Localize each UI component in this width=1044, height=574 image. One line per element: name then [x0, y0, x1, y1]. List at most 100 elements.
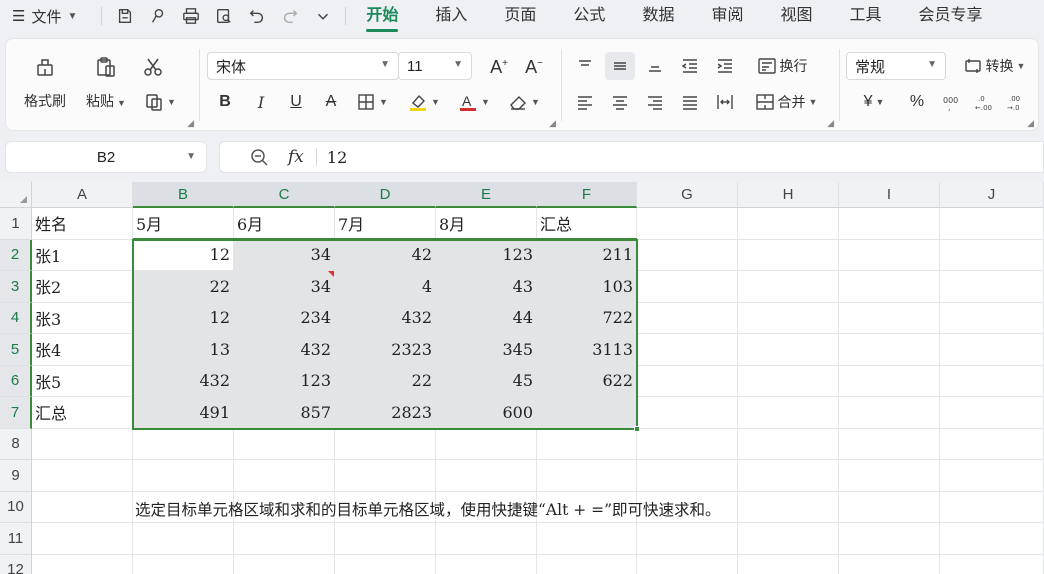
- cell-g11[interactable]: [637, 523, 738, 555]
- cell-c6[interactable]: 123: [234, 365, 335, 397]
- cell-b4[interactable]: 12: [133, 302, 234, 334]
- cell-h10[interactable]: [738, 491, 839, 523]
- cell-h11[interactable]: [738, 523, 839, 555]
- row-header-10[interactable]: 10: [0, 491, 32, 523]
- cell-f8[interactable]: [537, 428, 637, 460]
- cell-f3[interactable]: 103: [537, 271, 637, 303]
- cell-d1[interactable]: 7月: [335, 208, 436, 240]
- cell-g4[interactable]: [637, 302, 738, 334]
- increase-decimal-button[interactable]: .0 ←.00: [970, 88, 998, 116]
- dialog-launcher-icon[interactable]: ◢: [187, 118, 194, 129]
- cell-h6[interactable]: [738, 365, 839, 397]
- cell-i9[interactable]: [839, 460, 940, 492]
- comment-indicator-icon[interactable]: [328, 271, 334, 277]
- wrap-text-button[interactable]: 换行: [750, 52, 814, 80]
- cell-g3[interactable]: [637, 271, 738, 303]
- cell-d7[interactable]: 2823: [335, 397, 436, 429]
- font-color-button[interactable]: A ▼: [454, 88, 494, 116]
- cell-f7[interactable]: [537, 397, 637, 429]
- dialog-launcher-icon[interactable]: ◢: [1027, 118, 1034, 129]
- cell-d8[interactable]: [335, 428, 436, 460]
- column-header-c[interactable]: C: [234, 182, 335, 208]
- underline-button[interactable]: U: [283, 88, 309, 116]
- cell-b11[interactable]: [133, 523, 234, 555]
- undo-button[interactable]: [240, 2, 273, 30]
- cell-h12[interactable]: [738, 554, 839, 574]
- cell-c3[interactable]: 34: [234, 271, 335, 303]
- zoom-icon[interactable]: [248, 146, 270, 168]
- column-header-b[interactable]: B: [133, 182, 234, 208]
- cell-a2[interactable]: 张1: [32, 239, 133, 271]
- cell-d12[interactable]: [335, 554, 436, 574]
- borders-button[interactable]: ▼: [352, 88, 392, 116]
- paste-button[interactable]: 粘贴 ▼: [86, 53, 126, 111]
- align-center-button[interactable]: [605, 88, 635, 116]
- cell-a6[interactable]: 张5: [32, 365, 133, 397]
- insert-function-button[interactable]: fx: [288, 147, 304, 167]
- cell-e1[interactable]: 8月: [436, 208, 537, 240]
- cell-j2[interactable]: [940, 239, 1044, 271]
- strikethrough-button[interactable]: A: [318, 88, 344, 116]
- cell-b6[interactable]: 432: [133, 365, 234, 397]
- cell-j5[interactable]: [940, 334, 1044, 366]
- row-header-2[interactable]: 2: [0, 239, 32, 271]
- cell-h9[interactable]: [738, 460, 839, 492]
- row-header-3[interactable]: 3: [0, 271, 32, 303]
- cell-j1[interactable]: [940, 208, 1044, 240]
- cell-d2[interactable]: 42: [335, 239, 436, 271]
- number-format-select[interactable]: 常规 ▼: [846, 52, 946, 80]
- cell-a10[interactable]: [32, 491, 133, 523]
- cell-g1[interactable]: [637, 208, 738, 240]
- cell-a5[interactable]: 张4: [32, 334, 133, 366]
- cell-g6[interactable]: [637, 365, 738, 397]
- cell-d11[interactable]: [335, 523, 436, 555]
- cell-i3[interactable]: [839, 271, 940, 303]
- cell-b12[interactable]: [133, 554, 234, 574]
- distributed-align-button[interactable]: [710, 88, 740, 116]
- tab-review[interactable]: 审阅: [711, 0, 743, 32]
- row-header-4[interactable]: 4: [0, 302, 32, 334]
- cell-j8[interactable]: [940, 428, 1044, 460]
- select-all-button[interactable]: [0, 182, 32, 208]
- cell-i4[interactable]: [839, 302, 940, 334]
- cell-h2[interactable]: [738, 239, 839, 271]
- save-button[interactable]: [108, 2, 141, 30]
- more-commands-button[interactable]: [306, 2, 339, 30]
- column-header-j[interactable]: J: [940, 182, 1044, 208]
- cell-c12[interactable]: [234, 554, 335, 574]
- justify-button[interactable]: [675, 88, 705, 116]
- column-header-e[interactable]: E: [436, 182, 537, 208]
- cell-j9[interactable]: [940, 460, 1044, 492]
- cell-c1[interactable]: 6月: [234, 208, 335, 240]
- currency-format-button[interactable]: ¥ ▼: [854, 88, 894, 116]
- font-name-select[interactable]: 宋体 ▼: [207, 52, 399, 80]
- cell-b1[interactable]: 5月: [133, 208, 234, 240]
- cell-b3[interactable]: 22: [133, 271, 234, 303]
- percent-format-button[interactable]: %: [904, 88, 930, 116]
- cell-e5[interactable]: 345: [436, 334, 537, 366]
- cell-i12[interactable]: [839, 554, 940, 574]
- column-header-h[interactable]: H: [738, 182, 839, 208]
- align-middle-button[interactable]: [605, 52, 635, 80]
- dialog-launcher-icon[interactable]: ◢: [549, 118, 556, 129]
- cell-i10[interactable]: [839, 491, 940, 523]
- cell-h8[interactable]: [738, 428, 839, 460]
- cell-b8[interactable]: [133, 428, 234, 460]
- cell-c5[interactable]: 432: [234, 334, 335, 366]
- print-button[interactable]: [174, 2, 207, 30]
- cell-d3[interactable]: 4: [335, 271, 436, 303]
- cell-b5[interactable]: 13: [133, 334, 234, 366]
- tab-member[interactable]: 会员专享: [919, 0, 983, 32]
- format-painter-button[interactable]: 格式刷: [24, 53, 66, 111]
- fill-color-button[interactable]: ▼: [404, 88, 444, 116]
- cell-g7[interactable]: [637, 397, 738, 429]
- cell-c11[interactable]: [234, 523, 335, 555]
- export-pdf-button[interactable]: [141, 2, 174, 30]
- cell-i5[interactable]: [839, 334, 940, 366]
- cell-j12[interactable]: [940, 554, 1044, 574]
- tab-formulas[interactable]: 公式: [573, 0, 605, 32]
- cell-e11[interactable]: [436, 523, 537, 555]
- cell-b7[interactable]: 491: [133, 397, 234, 429]
- cell-b9[interactable]: [133, 460, 234, 492]
- cell-h5[interactable]: [738, 334, 839, 366]
